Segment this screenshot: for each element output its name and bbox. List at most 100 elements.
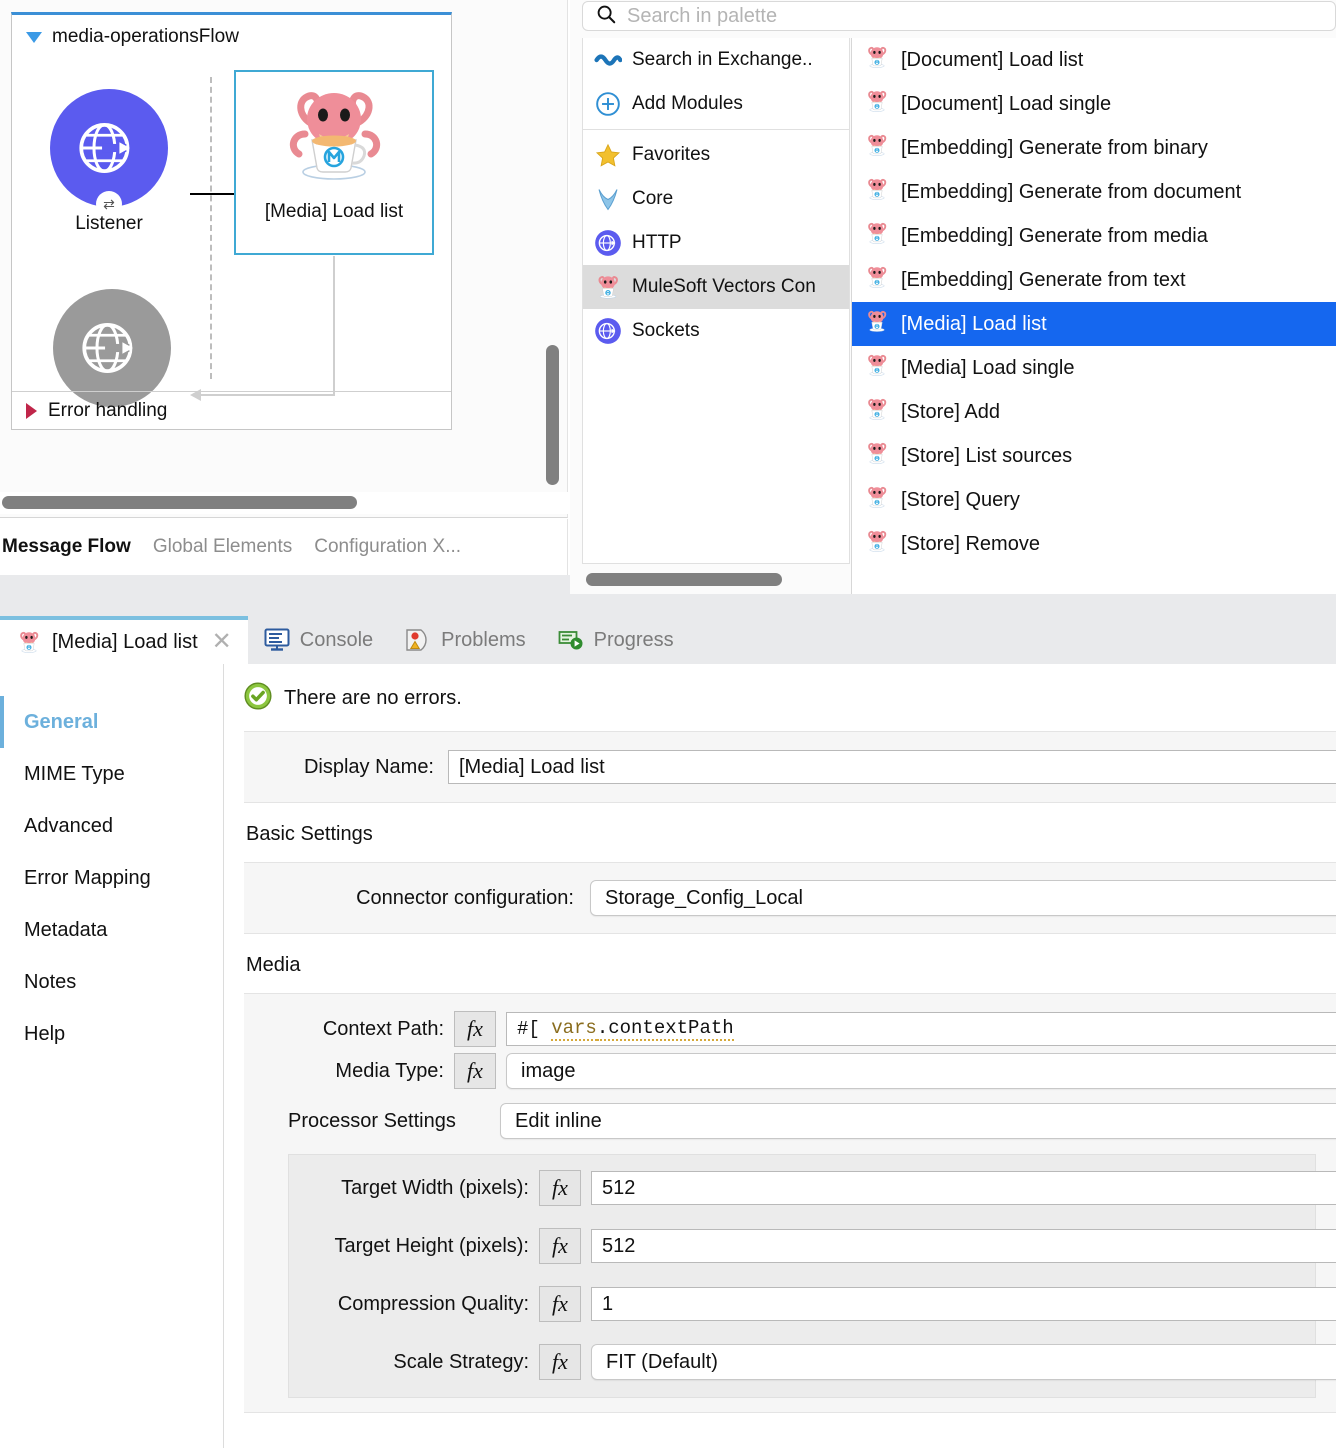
search-input[interactable]: Search in palette [582, 1, 1336, 31]
palette-category-label: MuleSoft Vectors Con [632, 276, 816, 297]
context-path-input[interactable]: #[ vars .contextPath [506, 1012, 1336, 1046]
target-width-input[interactable]: 512 [591, 1171, 1336, 1205]
flow-body: ⇄ Listener [Media] Load list [12, 59, 451, 407]
mule-octopus-icon [289, 92, 381, 180]
tab-console[interactable]: Console [248, 616, 389, 664]
sidebar-item-mime-type[interactable]: MIME Type [0, 748, 223, 800]
palette-operation-store-query[interactable]: [Store] Query [852, 478, 1336, 522]
palette-operation-embedding-generate-from-binary[interactable]: [Embedding] Generate from binary [852, 126, 1336, 170]
palette-operation-label: [Store] List sources [901, 444, 1073, 467]
palette-operation-store-add[interactable]: [Store] Add [852, 390, 1336, 434]
chevron-down-icon[interactable] [26, 31, 42, 43]
sidebar-item-error-mapping[interactable]: Error Mapping [0, 852, 223, 904]
canvas-bottom-filler [0, 575, 570, 594]
compression-quality-input[interactable]: 1 [591, 1287, 1336, 1321]
processor-settings-row: Processor Settings Edit inline [244, 1100, 1336, 1142]
http-globe-icon [593, 228, 623, 258]
palette-operation-label: [Embedding] Generate from document [901, 180, 1242, 203]
palette-operation-document-load-list[interactable]: [Document] Load list [852, 38, 1336, 82]
mule-icon [864, 528, 890, 560]
mule-icon [864, 440, 890, 472]
palette-category-search-exchange[interactable]: Search in Exchange.. [583, 38, 849, 82]
node-flow-output[interactable] [53, 289, 171, 407]
tab-label: Progress [593, 628, 674, 651]
palette-divider [583, 129, 849, 130]
palette-operation-store-remove[interactable]: [Store] Remove [852, 522, 1336, 566]
expr-prefix: #[ [517, 1018, 540, 1040]
properties-content: There are no errors. Display Name: [Medi… [224, 664, 1336, 1448]
palette-category-favorites[interactable]: Favorites [583, 133, 849, 177]
processor-settings-select[interactable]: Edit inline [500, 1103, 1336, 1139]
target-height-input[interactable]: 512 [591, 1229, 1336, 1263]
connector-config-label: Connector configuration: [356, 886, 574, 909]
flow-container[interactable]: media-operationsFlow ⇄ Listener [Media] … [11, 12, 452, 430]
basic-settings-title: Basic Settings [246, 823, 373, 845]
editor-tab-message-flow[interactable]: Message Flow [2, 536, 131, 558]
palette-operation-embedding-generate-from-text[interactable]: [Embedding] Generate from text [852, 258, 1336, 302]
tab-label: [Media] Load list [52, 630, 198, 653]
palette-category-label: Search in Exchange.. [632, 49, 813, 70]
sidebar-item-advanced[interactable]: Advanced [0, 800, 223, 852]
processor-settings-subgroup: Target Width (pixels): fx 512 Target Hei… [288, 1154, 1336, 1398]
palette-horizontal-scrollbar[interactable] [586, 573, 782, 586]
media-type-fx-button[interactable]: fx [454, 1053, 496, 1089]
canvas-horizontal-scrollbar[interactable] [2, 496, 357, 509]
palette-category-add-modules[interactable]: Add Modules [583, 82, 849, 126]
sidebar-item-metadata[interactable]: Metadata [0, 904, 223, 956]
palette-operation-media-load-single[interactable]: [Media] Load single [852, 346, 1336, 390]
media-type-select[interactable]: image [506, 1053, 1336, 1089]
mule-icon [864, 396, 890, 428]
palette-operations-list[interactable]: [Document] Load list [Document] Load sin… [851, 38, 1336, 594]
palette-operation-label: [Store] Add [901, 400, 1000, 423]
listener-request-response-badge: ⇄ [96, 191, 122, 217]
scale-strategy-fx-button[interactable]: fx [539, 1344, 581, 1380]
tab-label: Problems [441, 628, 526, 651]
sidebar-item-help[interactable]: Help [0, 1008, 223, 1060]
palette-category-core[interactable]: Core [583, 177, 849, 221]
editor-tab-global-elements[interactable]: Global Elements [153, 536, 292, 558]
tab-progress[interactable]: Progress [542, 616, 690, 664]
mule-icon [593, 272, 623, 302]
context-path-fx-button[interactable]: fx [454, 1011, 496, 1047]
palette-operation-media-load-list[interactable]: [Media] Load list [852, 302, 1336, 346]
chevron-right-icon[interactable] [26, 402, 37, 419]
target-height-fx-button[interactable]: fx [539, 1228, 581, 1264]
target-height-label: Target Height (pixels): [334, 1234, 529, 1257]
palette-operation-embedding-generate-from-document[interactable]: [Embedding] Generate from document [852, 170, 1336, 214]
palette-operation-embedding-generate-from-media[interactable]: [Embedding] Generate from media [852, 214, 1336, 258]
node-media-load-list-label: [Media] Load list [264, 201, 404, 222]
display-name-input[interactable]: [Media] Load list [448, 750, 1336, 784]
add-circle-icon [593, 89, 623, 119]
close-icon[interactable]: ✕ [212, 630, 232, 654]
canvas-scroll-area[interactable]: media-operationsFlow ⇄ Listener [Media] … [0, 0, 568, 518]
media-group: Context Path: fx #[ vars .contextPath Med… [244, 993, 1336, 1413]
exchange-icon [593, 45, 623, 75]
palette-operation-document-load-single[interactable]: [Document] Load single [852, 82, 1336, 126]
target-width-fx-button[interactable]: fx [539, 1170, 581, 1206]
sidebar-item-notes[interactable]: Notes [0, 956, 223, 1008]
tab-problems[interactable]: Problems [389, 616, 541, 664]
palette-operation-store-list-sources[interactable]: [Store] List sources [852, 434, 1336, 478]
connector-config-select[interactable]: Storage_Config_Local [590, 880, 1336, 916]
http-listener-icon: ⇄ [50, 89, 168, 217]
media-title: Media [246, 954, 301, 976]
compression-quality-fx-button[interactable]: fx [539, 1286, 581, 1322]
palette-category-label: Sockets [632, 320, 700, 341]
tab-media-load-list[interactable]: [Media] Load list ✕ [0, 616, 248, 664]
flow-return-path [190, 256, 335, 401]
editor-tab-configuration-xml[interactable]: Configuration X... [314, 536, 461, 558]
node-listener[interactable]: ⇄ Listener [49, 89, 169, 235]
scale-strategy-select[interactable]: FIT (Default) [591, 1344, 1336, 1380]
target-width-row: Target Width (pixels): fx 512 [289, 1167, 1336, 1209]
canvas-vertical-scrollbar[interactable] [546, 345, 559, 485]
mule-icon [864, 88, 890, 120]
palette-category-http[interactable]: HTTP [583, 221, 849, 265]
palette-category-list[interactable]: Search in Exchange.. Add Modules Favorit… [582, 38, 850, 564]
palette-category-sockets[interactable]: Sockets [583, 309, 849, 353]
sidebar-item-general[interactable]: General [0, 696, 223, 748]
error-handling-section[interactable]: Error handling [12, 391, 451, 429]
flow-header[interactable]: media-operationsFlow [12, 15, 451, 59]
sockets-globe-icon [593, 316, 623, 346]
palette-category-mulesoft-vectors[interactable]: MuleSoft Vectors Con [583, 265, 849, 309]
node-media-load-list[interactable]: [Media] Load list [234, 70, 434, 255]
